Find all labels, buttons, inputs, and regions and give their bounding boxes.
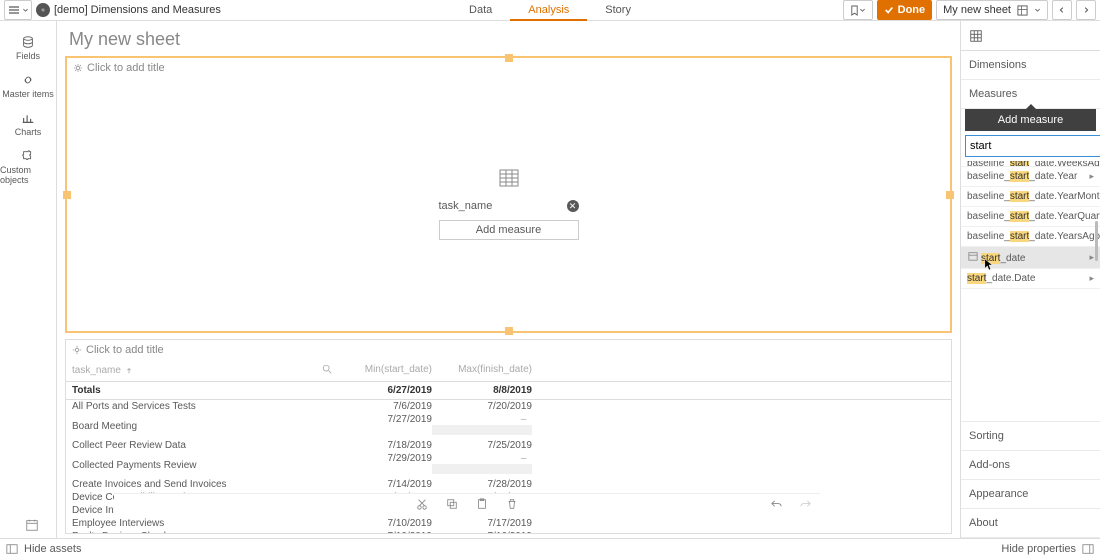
sheet-selector[interactable]: My new sheet: [936, 0, 1048, 20]
chevron-right-icon: ▸: [1089, 171, 1094, 182]
sheet-name: My new sheet: [943, 4, 1011, 16]
dimension-chip: task_name ✕: [439, 200, 579, 212]
hide-properties-button[interactable]: Hide properties: [1001, 543, 1094, 555]
measure-suggestion[interactable]: baseline_start_date.YearQuart...▸: [961, 207, 1100, 227]
assets-charts[interactable]: Charts: [0, 105, 56, 143]
nav-analysis[interactable]: Analysis: [510, 0, 587, 21]
measure-search-input[interactable]: [965, 135, 1100, 157]
properties-panel: Dimensions Measures Add measure fx basel…: [960, 21, 1100, 538]
col-header-1[interactable]: task_name: [72, 365, 121, 376]
chevron-right-icon: ▸: [1089, 252, 1094, 263]
collapse-right-icon: [1082, 543, 1094, 555]
assets-master-items[interactable]: Master items: [0, 67, 56, 105]
app-title: [demo] Dimensions and Measures: [54, 4, 221, 16]
app-logo: [36, 3, 50, 17]
chevron-right-icon: ▸: [1089, 273, 1094, 284]
table-row[interactable]: All Ports and Services Tests7/6/20197/20…: [66, 400, 951, 413]
resize-handle-e[interactable]: [946, 191, 954, 199]
measure-suggestion[interactable]: start_date▸: [961, 247, 1100, 269]
col-header-3[interactable]: Max(finish_date): [432, 364, 532, 377]
resize-handle-s[interactable]: [505, 327, 513, 335]
sheet-icon: [1017, 5, 1028, 16]
resize-handle-w[interactable]: [63, 191, 71, 199]
measure-suggestion[interactable]: baseline_start_date.YearMonth▸: [961, 187, 1100, 207]
table-row[interactable]: Employee Interviews7/10/20197/17/2019: [66, 517, 951, 530]
done-label: Done: [898, 4, 926, 16]
assets-panel: Fields Master items Charts Custom object…: [0, 21, 57, 538]
database-icon: [21, 35, 35, 49]
sheet-canvas: My new sheet Click to add title task_nam…: [57, 21, 960, 538]
hide-assets-button[interactable]: Hide assets: [0, 543, 81, 555]
dimensions-section[interactable]: Dimensions: [961, 51, 1100, 80]
sort-asc-icon: [125, 367, 133, 375]
prev-sheet-button[interactable]: [1052, 0, 1072, 20]
delete-icon[interactable]: [506, 498, 518, 513]
done-button[interactable]: Done: [877, 0, 933, 20]
measure-suggestion[interactable]: start_date.Date▸: [961, 269, 1100, 289]
nav-story[interactable]: Story: [587, 0, 649, 21]
about-section[interactable]: About: [961, 509, 1100, 538]
next-sheet-button[interactable]: [1076, 0, 1096, 20]
table-row[interactable]: Collect Peer Review Data7/18/20197/25/20…: [66, 439, 951, 452]
assets-charts-label: Charts: [15, 127, 42, 137]
calendar-footer-icon[interactable]: [25, 518, 39, 532]
copy-icon[interactable]: [446, 498, 458, 513]
appearance-section[interactable]: Appearance: [961, 480, 1100, 509]
assets-custom-objects[interactable]: Custom objects: [0, 143, 56, 191]
table-type-icon[interactable]: [969, 29, 983, 43]
table-row[interactable]: Create Invoices and Send Invoices7/14/20…: [66, 478, 951, 491]
calendar-icon: [967, 251, 979, 261]
table-row[interactable]: Faulty Devices Check7/10/20197/16/2019: [66, 530, 951, 533]
collapse-left-icon: [6, 543, 18, 555]
object-toolbar: [114, 493, 820, 517]
add-measure-inline-button[interactable]: Add measure: [439, 220, 579, 240]
redo-icon[interactable]: [799, 498, 812, 514]
gear-icon: [73, 63, 83, 73]
table-title-placeholder[interactable]: Click to add title: [66, 340, 951, 360]
undo-icon[interactable]: [770, 498, 783, 514]
bookmark-button[interactable]: [843, 0, 873, 20]
table-row[interactable]: Board Meeting7/27/2019–: [66, 413, 951, 439]
scrollbar[interactable]: [1095, 221, 1098, 261]
table-icon: [499, 169, 519, 192]
sheet-title[interactable]: My new sheet: [65, 29, 952, 56]
main-menu-button[interactable]: [4, 0, 32, 20]
assets-custom-label: Custom objects: [0, 165, 56, 185]
assets-fields[interactable]: Fields: [0, 29, 56, 67]
link-icon: [21, 73, 35, 87]
measure-suggestion[interactable]: baseline_start_date.YearsAgo▸: [961, 227, 1100, 247]
barchart-icon: [21, 111, 35, 125]
sorting-section[interactable]: Sorting: [961, 422, 1100, 451]
measure-suggestion[interactable]: baseline_start_date.Year▸: [961, 167, 1100, 187]
resize-handle-n[interactable]: [505, 54, 513, 62]
table-viz-selected[interactable]: Click to add title task_name ✕ Add measu…: [65, 56, 952, 333]
nav-data[interactable]: Data: [451, 0, 510, 21]
table-row[interactable]: Collected Payments Review7/29/2019–: [66, 452, 951, 478]
search-icon[interactable]: [322, 364, 332, 374]
assets-fields-label: Fields: [16, 51, 40, 61]
totals-row: Totals 6/27/2019 8/8/2019: [66, 382, 951, 400]
paste-icon[interactable]: [476, 498, 488, 513]
remove-dimension-button[interactable]: ✕: [567, 200, 579, 212]
assets-master-label: Master items: [2, 89, 54, 99]
col-header-2[interactable]: Min(start_date): [332, 364, 432, 377]
dimension-name: task_name: [439, 200, 493, 212]
cut-icon[interactable]: [416, 498, 428, 513]
gear-icon: [72, 345, 82, 355]
addons-section[interactable]: Add-ons: [961, 451, 1100, 480]
puzzle-icon: [21, 149, 35, 163]
add-measure-button[interactable]: Add measure: [965, 109, 1096, 131]
